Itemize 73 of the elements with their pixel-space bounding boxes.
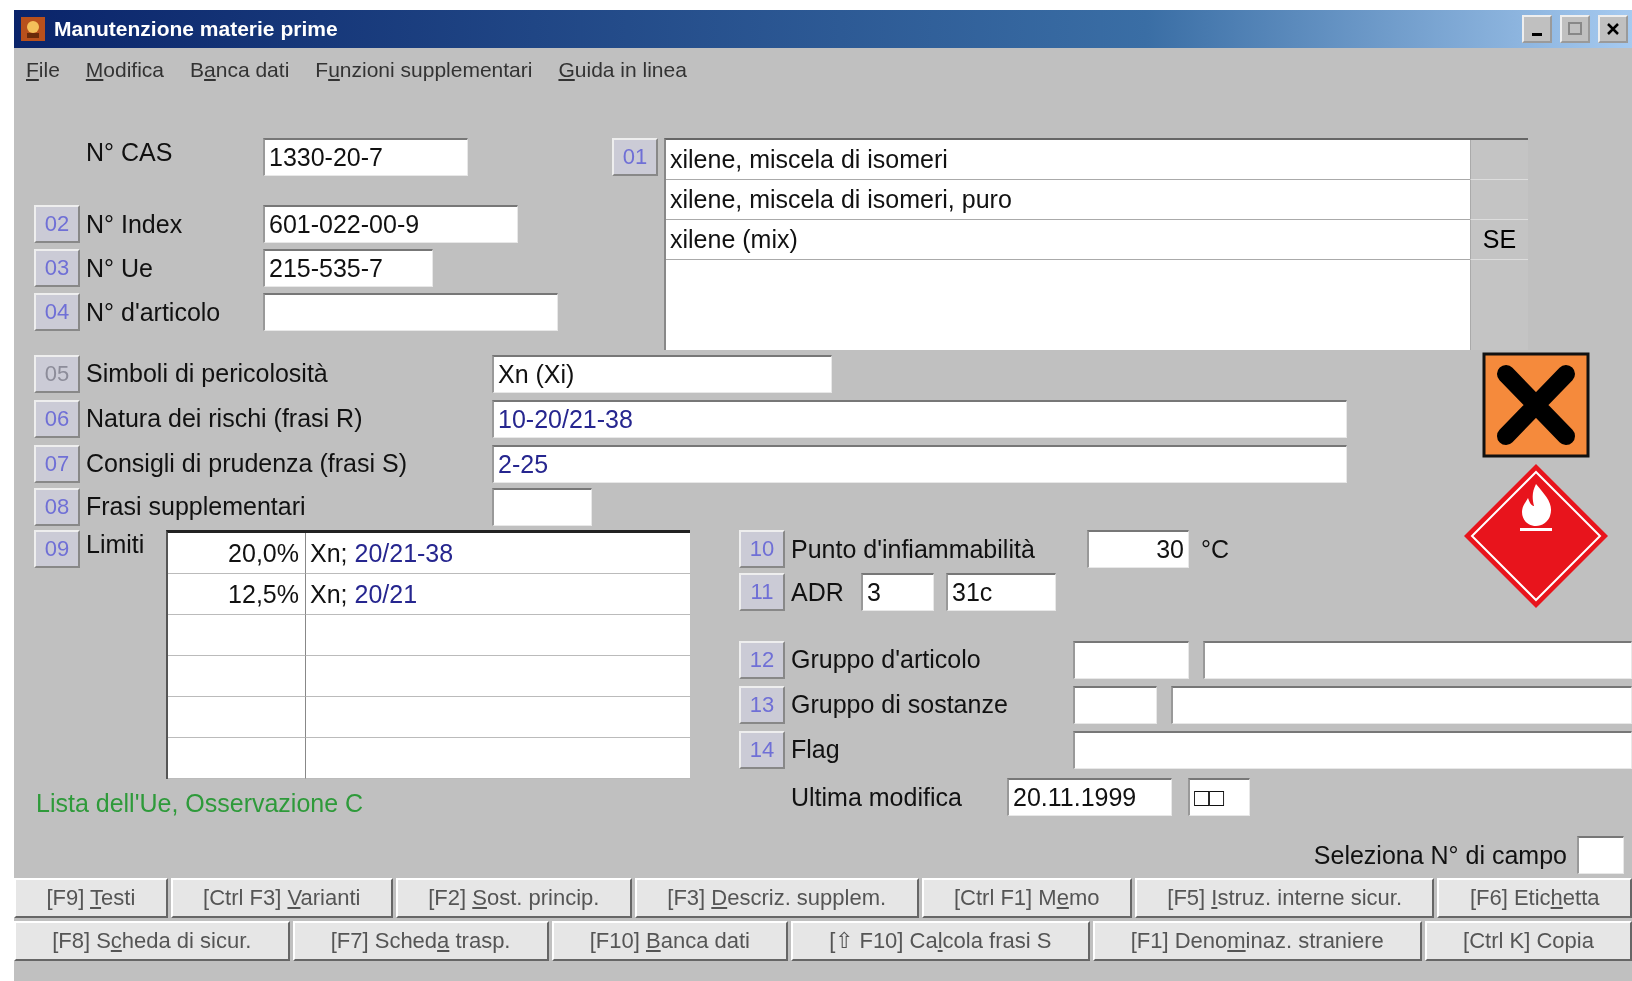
harmful-cross-icon <box>1481 352 1590 458</box>
text-field[interactable]: 10-20/21-38 <box>492 399 1347 438</box>
field-label: ADR <box>791 577 845 607</box>
table-cell: Xn; 20/21-38 <box>306 533 690 574</box>
field-label: N° Ue <box>86 253 154 283</box>
text-field[interactable]: 1330-20-7 <box>263 138 468 176</box>
text-field[interactable]: 215-535-7 <box>263 249 433 287</box>
tag-cell: SE <box>1470 220 1528 260</box>
text-field[interactable]: 2-25 <box>492 444 1347 483</box>
function-key-button[interactable]: [F9] Testi <box>14 878 168 918</box>
list-item[interactable]: xilene (mix) <box>666 220 1470 260</box>
field-label: N° Index <box>86 209 184 239</box>
menu-item[interactable]: Banca dati <box>190 58 290 92</box>
text-field[interactable] <box>492 487 592 526</box>
field-label: Natura dei rischi (frasi R) <box>86 404 364 433</box>
note-text: Lista dell'Ue, Osservazione C <box>35 788 365 818</box>
maximize-button[interactable] <box>1560 15 1590 43</box>
menu-item[interactable]: File <box>26 58 60 92</box>
text-field[interactable] <box>1171 685 1632 724</box>
function-key-button[interactable]: [F1] Denominaz. straniere <box>1092 921 1422 961</box>
field-label: N° CAS <box>86 138 174 167</box>
text-field[interactable] <box>1203 640 1632 679</box>
text-field[interactable] <box>1073 685 1157 724</box>
function-key-button[interactable]: [Ctrl F1] Memo <box>921 878 1132 918</box>
function-key-button[interactable]: [F10] Banca dati <box>551 921 789 961</box>
text-field[interactable]: 30 <box>1087 530 1189 568</box>
field-label: Simboli di pericolosità <box>86 359 329 388</box>
field-label: Consigli di prudenza (frasi S) <box>86 449 408 478</box>
date-field[interactable]: 20.11.1999 <box>1007 778 1172 816</box>
text-field[interactable]: 31c <box>946 573 1056 611</box>
function-key-button[interactable]: [F7] Scheda trasp. <box>292 921 549 961</box>
table-cell: Xn; 20/21 <box>306 574 690 615</box>
text-field[interactable]: 601-022-00-9 <box>263 205 518 243</box>
close-icon <box>1606 22 1620 36</box>
field-label: Flag <box>791 735 841 764</box>
function-key-button[interactable]: [⇧ F10] Calcola frasi S <box>791 921 1090 961</box>
text-field[interactable]: □□ <box>1188 778 1250 816</box>
field-label: Frasi supplementari <box>86 492 307 521</box>
function-key-button[interactable]: [F3] Descriz. supplem. <box>634 878 919 918</box>
text-field[interactable]: 3 <box>861 573 934 611</box>
function-key-button[interactable]: [Ctrl F3] Varianti <box>170 878 393 918</box>
list-item[interactable]: xilene, miscela di isomeri <box>666 140 1470 180</box>
function-key-button[interactable]: [F2] Sost. princip. <box>395 878 632 918</box>
list-item[interactable]: xilene, miscela di isomeri, puro <box>666 180 1470 220</box>
menu-item[interactable]: Modifica <box>85 58 165 92</box>
field-label: Limiti <box>86 530 146 559</box>
text-field[interactable] <box>263 293 558 331</box>
function-key-button[interactable]: [Ctrl K] Copia <box>1424 921 1632 961</box>
function-key-button[interactable]: [F5] Istruz. interne sicur. <box>1134 878 1435 918</box>
field-label: Gruppo di sostanze <box>791 690 1009 719</box>
app-icon <box>20 16 46 42</box>
tag-cell <box>1470 140 1528 180</box>
field-label: Seleziona N° di campo <box>1312 840 1567 870</box>
field-label: Punto d'infiammabilità <box>791 534 1036 564</box>
text-field[interactable] <box>1073 640 1189 679</box>
maximize-icon <box>1568 22 1582 36</box>
close-button[interactable] <box>1598 15 1628 43</box>
minimize-icon <box>1532 32 1542 36</box>
text-field[interactable] <box>1577 836 1624 874</box>
window-title: Manutenzione materie prime <box>54 17 339 41</box>
table-cell: 12,5% <box>168 574 306 615</box>
tag-cell <box>1470 180 1528 220</box>
table-cell: 20,0% <box>168 533 306 574</box>
field-label: Gruppo d'articolo <box>791 645 982 674</box>
field-label: N° d'articolo <box>86 297 222 327</box>
text-field[interactable] <box>1073 730 1632 769</box>
function-key-button[interactable]: [F8] Scheda di sicur. <box>14 921 290 961</box>
minimize-button[interactable] <box>1522 15 1552 43</box>
field-label: Ultima modifica <box>791 782 963 812</box>
unit-label: °C <box>1201 534 1230 564</box>
menu-item[interactable]: Funzioni supplementari <box>315 58 533 92</box>
function-key-button[interactable]: [F6] Etichetta <box>1437 878 1632 918</box>
menu-item[interactable]: Guida in linea <box>558 58 687 92</box>
